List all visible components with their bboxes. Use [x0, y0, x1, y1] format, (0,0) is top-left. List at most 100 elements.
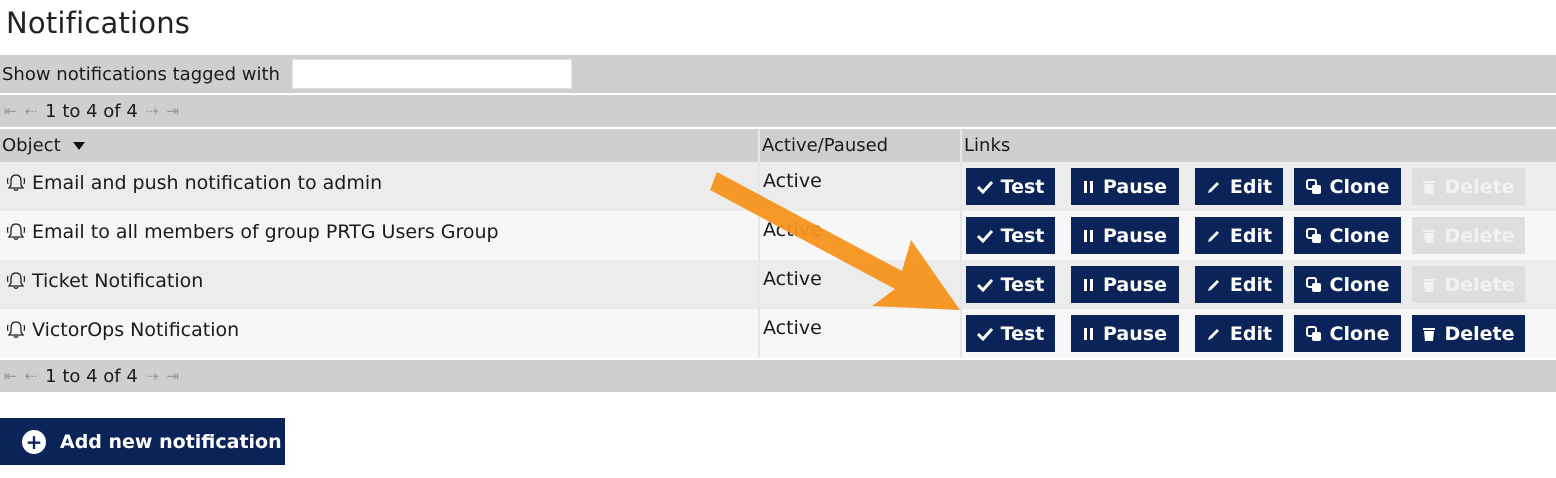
check-icon — [976, 180, 993, 194]
table-row: Email to all members of group PRTG Users… — [0, 211, 1556, 260]
prev-page-icon[interactable]: ⇠ — [25, 367, 38, 385]
test-button-label: Test — [1000, 273, 1045, 296]
clone-button-label: Clone — [1329, 175, 1390, 198]
delete-button-label: Delete — [1444, 322, 1515, 345]
notification-name-cell[interactable]: VictorOps Notification — [6, 319, 239, 341]
pause-icon — [1083, 180, 1095, 194]
page-title: Notifications — [6, 6, 191, 40]
edit-button-label: Edit — [1229, 224, 1273, 247]
pause-button-label: Pause — [1103, 273, 1167, 296]
status-text: Active — [763, 170, 822, 192]
pause-icon — [1083, 327, 1095, 341]
edit-button[interactable]: Edit — [1195, 168, 1283, 205]
pager-range: 1 to 4 of 4 — [45, 365, 138, 387]
notification-name: Email and push notification to admin — [32, 172, 383, 194]
trash-icon — [1422, 326, 1436, 342]
delete-button[interactable]: Delete — [1412, 315, 1525, 352]
delete-button: Delete — [1412, 168, 1525, 205]
status-text: Active — [763, 268, 822, 290]
pager-top: ⇤ ⇠ 1 to 4 of 4 ⇢ ⇥ — [0, 95, 1556, 127]
sort-desc-icon[interactable] — [72, 141, 85, 150]
test-button[interactable]: Test — [966, 217, 1055, 254]
pencil-icon — [1206, 326, 1222, 342]
delete-button-label: Delete — [1444, 273, 1515, 296]
column-header-object[interactable]: Object — [2, 129, 85, 162]
next-page-icon[interactable]: ⇢ — [146, 102, 159, 120]
bell-icon — [6, 222, 26, 242]
clone-icon — [1305, 325, 1322, 342]
test-button-label: Test — [1000, 175, 1045, 198]
next-page-icon[interactable]: ⇢ — [146, 367, 159, 385]
notification-name: VictorOps Notification — [32, 319, 240, 341]
delete-button: Delete — [1412, 266, 1525, 303]
notification-name-cell[interactable]: Ticket Notification — [6, 270, 203, 292]
clone-icon — [1305, 227, 1322, 244]
trash-icon — [1422, 228, 1436, 244]
first-page-icon[interactable]: ⇤ — [4, 102, 17, 120]
notification-name: Email to all members of group PRTG Users… — [32, 221, 499, 243]
check-icon — [976, 327, 993, 341]
pause-button-label: Pause — [1103, 175, 1167, 198]
last-page-icon[interactable]: ⇥ — [166, 367, 179, 385]
notification-name: Ticket Notification — [32, 270, 204, 292]
clone-button-label: Clone — [1329, 273, 1390, 296]
tag-filter-input[interactable] — [291, 59, 572, 89]
pause-icon — [1083, 229, 1095, 243]
test-button-label: Test — [1000, 322, 1045, 345]
first-page-icon[interactable]: ⇤ — [4, 367, 17, 385]
pause-button[interactable]: Pause — [1071, 168, 1179, 205]
plus-circle-icon: + — [22, 429, 46, 454]
prev-page-icon[interactable]: ⇠ — [25, 102, 38, 120]
table-header: Object Active/Paused Links — [0, 129, 1556, 162]
pager-range: 1 to 4 of 4 — [45, 100, 138, 122]
notification-name-cell[interactable]: Email and push notification to admin — [6, 172, 382, 194]
edit-button[interactable]: Edit — [1195, 217, 1283, 254]
edit-button-label: Edit — [1229, 322, 1273, 345]
delete-button: Delete — [1412, 217, 1525, 254]
clone-button[interactable]: Clone — [1294, 266, 1401, 303]
table-row: Ticket Notification Active Test Pause Edit Cl… — [0, 260, 1556, 309]
pause-button-label: Pause — [1103, 224, 1167, 247]
column-divider — [758, 129, 760, 358]
table-row: Email and push notification to admin Acti… — [0, 162, 1556, 211]
status-text: Active — [763, 317, 822, 339]
test-button[interactable]: Test — [966, 266, 1055, 303]
pause-button[interactable]: Pause — [1071, 266, 1179, 303]
last-page-icon[interactable]: ⇥ — [166, 102, 179, 120]
add-new-notification-label: Add new notification — [60, 430, 282, 453]
bell-icon — [6, 320, 26, 340]
delete-button-label: Delete — [1444, 224, 1515, 247]
check-icon — [976, 278, 993, 292]
pencil-icon — [1206, 277, 1222, 293]
pencil-icon — [1206, 179, 1222, 195]
clone-button-label: Clone — [1329, 322, 1390, 345]
test-button-label: Test — [1000, 224, 1045, 247]
test-button[interactable]: Test — [966, 168, 1055, 205]
clone-icon — [1305, 178, 1322, 195]
bell-icon — [6, 173, 26, 193]
check-icon — [976, 229, 993, 243]
edit-button[interactable]: Edit — [1195, 315, 1283, 352]
column-header-active-paused[interactable]: Active/Paused — [762, 129, 888, 162]
pager-bottom: ⇤ ⇠ 1 to 4 of 4 ⇢ ⇥ — [0, 360, 1556, 392]
pencil-icon — [1206, 228, 1222, 244]
add-new-notification-button[interactable]: + Add new notification — [0, 418, 285, 465]
trash-icon — [1422, 277, 1436, 293]
column-header-links: Links — [964, 129, 1010, 162]
pause-icon — [1083, 278, 1095, 292]
edit-button[interactable]: Edit — [1195, 266, 1283, 303]
test-button[interactable]: Test — [966, 315, 1055, 352]
edit-button-label: Edit — [1229, 273, 1273, 296]
pause-button[interactable]: Pause — [1071, 217, 1179, 254]
notification-name-cell[interactable]: Email to all members of group PRTG Users… — [6, 221, 499, 243]
clone-button-label: Clone — [1329, 224, 1390, 247]
delete-button-label: Delete — [1444, 175, 1515, 198]
clone-button[interactable]: Clone — [1294, 315, 1401, 352]
status-text: Active — [763, 219, 822, 241]
clone-button[interactable]: Clone — [1294, 217, 1401, 254]
tag-filter-label: Show notifications tagged with — [2, 63, 280, 85]
column-header-object-label: Object — [2, 135, 61, 156]
clone-button[interactable]: Clone — [1294, 168, 1401, 205]
pause-button[interactable]: Pause — [1071, 315, 1179, 352]
bell-icon — [6, 271, 26, 291]
